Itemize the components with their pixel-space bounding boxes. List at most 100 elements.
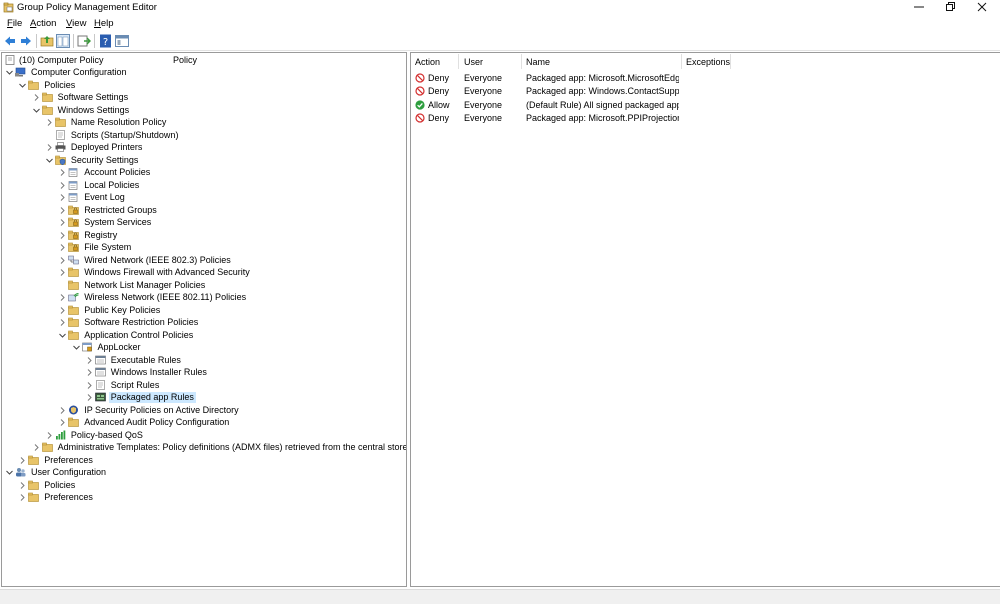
tree-node-label: Administrative Templates: Policy definit… [57, 442, 407, 452]
column-header-exceptions[interactable]: Exceptions [686, 57, 730, 67]
rule-row[interactable]: Allow Everyone (Default Rule) All signed p… [411, 98, 1000, 111]
chevron-right-icon[interactable] [58, 418, 67, 427]
folder-icon [68, 267, 79, 277]
chevron-right-icon[interactable] [58, 218, 67, 227]
forward-icon[interactable] [19, 34, 33, 48]
properties-icon[interactable] [115, 34, 129, 48]
title-bar: Group Policy Management Editor [0, 0, 1000, 16]
back-icon[interactable] [3, 34, 17, 48]
tree-node-label: Restricted Groups [84, 204, 157, 215]
column-header-user[interactable]: User [464, 57, 483, 67]
chevron-right-icon[interactable] [58, 406, 67, 415]
computer-icon [15, 67, 26, 77]
tree-node-label: Script Rules [110, 379, 160, 390]
chevron-down-icon[interactable] [5, 468, 14, 477]
restore-icon [946, 2, 955, 11]
chevron-right-icon[interactable] [58, 256, 67, 265]
rule-row[interactable]: Deny Everyone Packaged app: Microsoft.Micr… [411, 71, 1000, 84]
deny-icon [415, 113, 425, 123]
ipsec-icon [69, 405, 79, 414]
wireless-icon [68, 293, 79, 302]
chevron-right-icon[interactable] [58, 306, 67, 315]
cell-user: Everyone [464, 112, 503, 123]
tree-node-label: Local Policies [84, 179, 140, 190]
cell-user: Everyone [464, 99, 503, 110]
cell-action: Deny [428, 112, 450, 123]
chevron-down-icon[interactable] [32, 106, 41, 115]
cell-user: Everyone [464, 73, 503, 83]
chevron-right-icon[interactable] [85, 356, 94, 365]
column-header-name[interactable]: Name [526, 57, 550, 67]
folder-icon [41, 442, 53, 452]
tree-node-label: Windows Firewall with Advanced Security [84, 267, 250, 277]
chevron-right-icon[interactable] [45, 118, 54, 127]
tree-node-label: Computer Configuration [31, 67, 127, 77]
console-tree-pane[interactable]: (10) Computer Policy Policy Computer Con… [1, 52, 407, 587]
chevron-right-icon[interactable] [32, 443, 41, 452]
menu-file[interactable]: File [7, 18, 22, 29]
svg-text:?: ? [103, 37, 108, 48]
tree-node-label: User Configuration [31, 467, 107, 477]
status-bar [0, 589, 1000, 604]
column-header-action[interactable]: Action [415, 57, 440, 67]
minimize-icon [914, 6, 924, 8]
lock-folder-icon [68, 205, 79, 215]
network-icon [68, 255, 79, 264]
rule-row[interactable]: Deny Everyone Packaged app: Windows.Contac… [411, 84, 1000, 97]
chevron-right-icon[interactable] [58, 193, 67, 202]
chevron-down-icon[interactable] [5, 68, 14, 77]
show-hide-tree-icon[interactable] [56, 34, 70, 48]
menu-help[interactable]: Help [94, 18, 114, 29]
chevron-right-icon[interactable] [58, 206, 67, 215]
chevron-down-icon[interactable] [72, 343, 81, 352]
menu-view[interactable]: View [66, 18, 86, 29]
tree-root-row[interactable]: (10) Computer Policy Policy [2, 53, 406, 66]
folder-icon [68, 317, 79, 327]
cell-action: Deny [428, 73, 450, 83]
chevron-right-icon[interactable] [18, 493, 27, 502]
chevron-right-icon[interactable] [58, 268, 67, 277]
tree-column-label: Policy [173, 55, 198, 65]
chevron-down-icon[interactable] [45, 156, 54, 165]
tree-node-label: Advanced Audit Policy Configuration [84, 417, 230, 427]
tree-node-label: Name Resolution Policy [70, 117, 167, 127]
menu-action[interactable]: Action [30, 18, 56, 29]
folder-icon [68, 280, 79, 290]
minimize-button[interactable] [904, 0, 934, 16]
export-list-icon[interactable] [77, 34, 91, 48]
rule-row[interactable]: Deny Everyone Packaged app: Microsoft.PPIP… [411, 111, 1000, 124]
tree-node-label: Public Key Policies [84, 304, 161, 315]
chevron-right-icon[interactable] [18, 481, 27, 490]
chevron-right-icon[interactable] [58, 243, 67, 252]
chevron-right-icon[interactable] [58, 293, 67, 302]
packaged-app-icon [94, 392, 106, 402]
close-button[interactable] [967, 0, 997, 16]
chevron-right-icon[interactable] [85, 393, 94, 402]
results-list-pane[interactable]: Action User Name Exceptions Deny Everyone… [410, 52, 1000, 587]
lock-folder-icon [68, 217, 79, 227]
chevron-right-icon[interactable] [85, 368, 94, 377]
chevron-right-icon[interactable] [58, 231, 67, 240]
toolbar: ? [0, 31, 1000, 51]
chevron-right-icon[interactable] [32, 93, 41, 102]
tree-node-label: Executable Rules [110, 354, 181, 365]
chevron-down-icon[interactable] [18, 81, 27, 90]
up-folder-icon[interactable] [40, 34, 54, 48]
chevron-right-icon[interactable] [45, 431, 54, 440]
allow-check-icon [415, 99, 425, 110]
deny-icon [415, 73, 425, 83]
help-icon[interactable]: ? [99, 34, 113, 48]
chevron-right-icon[interactable] [58, 318, 67, 327]
chevron-right-icon[interactable] [18, 456, 27, 465]
rules-icon [94, 355, 106, 364]
policy-document-icon [5, 55, 15, 65]
chevron-right-icon[interactable] [85, 381, 94, 390]
list-header: Action User Name Exceptions [411, 53, 1000, 70]
cell-name: Packaged app: Windows.ContactSuppo... [526, 86, 679, 97]
chevron-right-icon[interactable] [58, 181, 67, 190]
chevron-down-icon[interactable] [58, 331, 67, 340]
chevron-right-icon[interactable] [45, 143, 54, 152]
chevron-right-icon[interactable] [58, 168, 67, 177]
restore-button[interactable] [936, 0, 966, 16]
tree-node-label: Wired Network (IEEE 802.3) Policies [84, 254, 231, 265]
